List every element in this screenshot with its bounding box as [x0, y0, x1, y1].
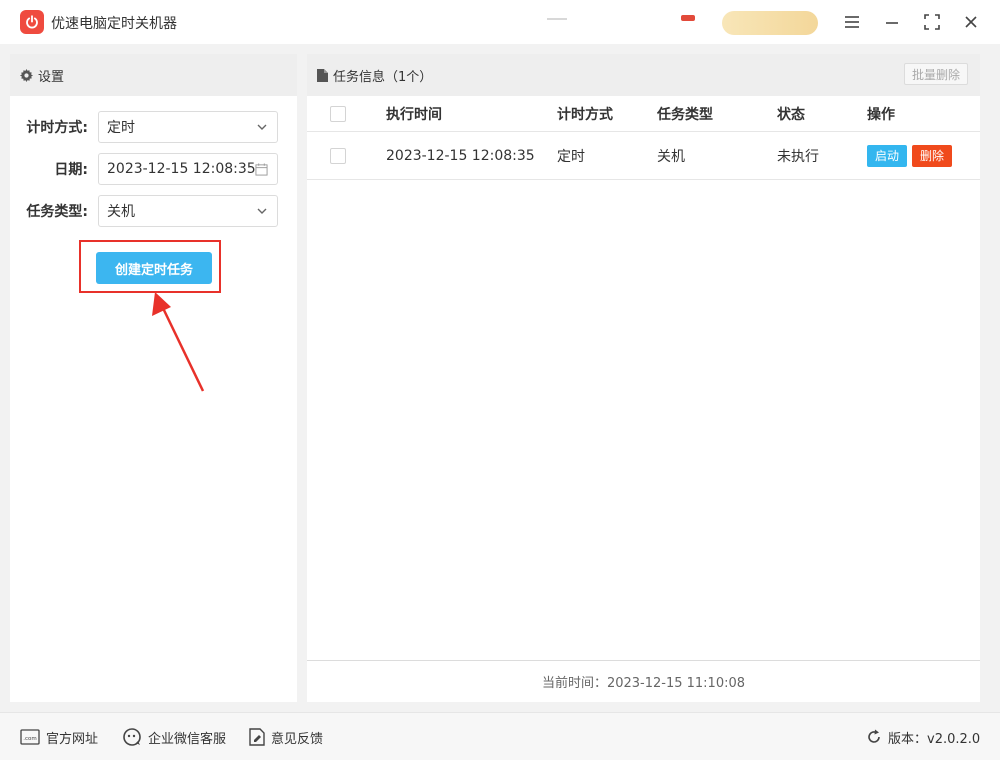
task-type-select[interactable]: 关机 [98, 195, 278, 227]
date-value: 2023-12-15 12:08:35 [107, 161, 256, 177]
wechat-service-link[interactable]: 企业微信客服 [122, 727, 226, 747]
document-icon [317, 68, 328, 82]
row-exec-time: 2023-12-15 12:08:35 [386, 147, 535, 164]
svg-text:.com: .com [23, 736, 37, 742]
column-task-type: 任务类型 [657, 106, 713, 123]
row-status: 未执行 [777, 148, 819, 165]
maximize-icon[interactable] [920, 10, 944, 34]
web-icon: .com [20, 729, 40, 745]
header-cell-select [330, 96, 346, 131]
row-actions: 启动 删除 [867, 132, 953, 179]
wechat-service-label: 企业微信客服 [148, 731, 227, 747]
tasks-panel: 任务信息（1个） 批量删除 执行时间 计时方式 任务类型 状态 操作 2023-… [307, 54, 980, 702]
feedback-link[interactable]: 意见反馈 [249, 727, 323, 747]
start-button[interactable]: 启动 [867, 144, 908, 167]
titlebar-badge [681, 15, 695, 21]
minimize-icon[interactable] [880, 10, 904, 34]
batch-delete-button[interactable]: 批量删除 [904, 63, 968, 85]
titlebar-promo-pill[interactable] [722, 11, 818, 35]
column-exec-time: 执行时间 [386, 106, 442, 123]
power-icon [20, 10, 44, 34]
titlebar-decoration [547, 18, 567, 20]
website-label: 官方网址 [46, 731, 99, 747]
task-type-value: 关机 [107, 204, 135, 220]
chevron-down-icon [256, 205, 268, 217]
feedback-label: 意见反馈 [271, 731, 324, 747]
timing-mode-value: 定时 [107, 120, 135, 136]
refresh-icon [866, 729, 882, 745]
tasks-header: 任务信息（1个） [307, 54, 980, 96]
table-header: 执行时间 计时方式 任务类型 状态 操作 [307, 96, 980, 132]
annotation-arrow [152, 292, 205, 392]
tasks-header-label: 任务信息（1个） [333, 69, 433, 85]
feedback-icon [249, 728, 265, 746]
column-actions: 操作 [867, 106, 895, 123]
close-icon[interactable] [959, 10, 983, 34]
task-type-label: 任务类型: [26, 204, 88, 220]
row-timing-mode: 定时 [557, 148, 585, 165]
version-info[interactable]: 版本：v2.0.2.0 [866, 727, 980, 747]
row-task-type: 关机 [657, 148, 685, 165]
table-row: 2023-12-15 12:08:35 定时 关机 未执行 启动 删除 [307, 132, 980, 180]
app-title: 优速电脑定时关机器 [51, 16, 177, 32]
settings-header: 设置 [10, 54, 297, 96]
column-status: 状态 [777, 106, 805, 123]
task-type-row: 任务类型: 关机 [10, 195, 297, 227]
row-checkbox[interactable] [330, 147, 346, 164]
settings-header-label: 设置 [38, 69, 65, 85]
column-timing-mode: 计时方式 [557, 106, 613, 123]
date-row: 日期: 2023-12-15 12:08:35 [10, 153, 297, 185]
select-all-checkbox[interactable] [330, 105, 346, 122]
chevron-down-icon [256, 121, 268, 133]
create-task-button[interactable]: 创建定时任务 [96, 252, 212, 284]
timing-mode-select[interactable]: 定时 [98, 111, 278, 143]
gear-icon [20, 68, 33, 82]
create-button-highlight: 创建定时任务 [79, 240, 221, 293]
date-label: 日期: [54, 162, 88, 178]
current-time: 当前时间：2023-12-15 11:10:08 [307, 660, 980, 702]
wechat-icon [122, 727, 142, 747]
timing-mode-label: 计时方式: [26, 120, 88, 136]
timing-mode-row: 计时方式: 定时 [10, 111, 297, 143]
menu-icon[interactable] [840, 10, 864, 34]
bottom-bar: .com 官方网址 企业微信客服 意见反馈 版本：v2.0.2.0 [0, 712, 1000, 760]
title-bar: 优速电脑定时关机器 [0, 0, 1000, 44]
version-label: 版本：v2.0.2.0 [888, 731, 981, 747]
website-link[interactable]: .com 官方网址 [20, 727, 98, 747]
calendar-icon[interactable] [255, 163, 268, 176]
date-input[interactable]: 2023-12-15 12:08:35 [98, 153, 278, 185]
delete-button[interactable]: 删除 [912, 144, 953, 167]
row-cell-select [330, 132, 346, 179]
